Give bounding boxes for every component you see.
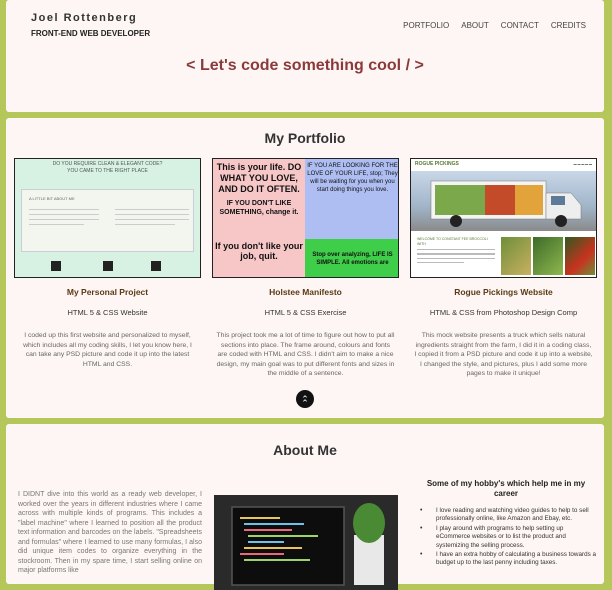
about-text: I DIDNT dive into this world as a ready … — [18, 491, 202, 574]
project-title[interactable]: Holstee Manifesto — [212, 287, 399, 297]
project-description: I coded up this first website and person… — [23, 332, 192, 368]
manifesto-quadrant: Stop over analyzing, LIFE IS SIMPLE. All… — [305, 239, 398, 277]
html5-icon — [51, 261, 61, 271]
thumb-text-line — [115, 224, 175, 226]
hobbies-title: Some of my hobby's which help me in my c… — [426, 479, 586, 498]
project-subtitle: HTML 5 & CSS Exercise — [264, 308, 347, 317]
hobby-item: I play around with programs to help sett… — [412, 525, 598, 550]
project-description: This mock website presents a truck which… — [414, 332, 593, 378]
thumb-logo: ROGUE PICKINGS — [415, 161, 459, 167]
main-nav: PORTFOLIO ABOUT CONTACT CREDITS — [403, 21, 586, 30]
nav-link-portfolio[interactable]: PORTFOLIO — [403, 21, 449, 30]
nav-link-contact[interactable]: CONTACT — [501, 21, 539, 30]
portfolio-title: My Portfolio — [264, 130, 346, 146]
project-title[interactable]: Rogue Pickings Website — [410, 287, 597, 297]
css3-icon — [103, 261, 113, 271]
double-chevron-up-icon[interactable]: ⌃ ⌃ — [296, 390, 314, 408]
project-title[interactable]: My Personal Project — [14, 287, 201, 297]
portfolio-section: My Portfolio DO YOU REQUIRE CLEAN & ELEG… — [6, 118, 604, 418]
nav-link-credits[interactable]: CREDITS — [551, 21, 586, 30]
hobbies-list: I love reading and watching video guides… — [412, 507, 598, 569]
thumb-text-lines — [417, 249, 495, 264]
project-card-rogue: ROGUE PICKINGS ▬ ▬ ▬ ▬ ▬ WELCOME TO CONS… — [410, 158, 597, 379]
manifesto-quadrant: IF YOU ARE LOOKING FOR THE LOVE OF YOUR … — [305, 159, 398, 239]
thumb-text-line — [115, 209, 189, 211]
thumb-text-line — [29, 224, 84, 226]
thumb-text-line — [29, 209, 99, 211]
project-card-personal: DO YOU REQUIRE CLEAN & ELEGANT CODE? YOU… — [14, 158, 201, 369]
header: Joel Rottenberg FRONT-END WEB DEVELOPER … — [6, 0, 604, 112]
manifesto-quadrant: If you don't like your job, quit. — [213, 239, 305, 277]
about-title: About Me — [273, 442, 337, 458]
brand-role: FRONT-END WEB DEVELOPER — [31, 29, 151, 38]
produce-photo — [565, 237, 595, 275]
brand-name[interactable]: Joel Rottenberg — [31, 12, 137, 24]
project-description: This project took me a lot of time to fi… — [216, 332, 395, 378]
laptop-photo — [214, 495, 398, 590]
project-subtitle: HTML 5 & CSS Website — [67, 308, 148, 317]
thumb-heading: DO YOU REQUIRE CLEAN & ELEGANT CODE? YOU… — [52, 161, 163, 174]
hobby-item: I love reading and watching video guides… — [412, 507, 598, 524]
thumb-text-line — [29, 214, 99, 216]
js-icon — [151, 261, 161, 271]
thumb-text-line — [29, 219, 99, 221]
thumb-menu: ▬ ▬ ▬ ▬ ▬ — [573, 162, 592, 166]
manifesto-quadrant: This is your life. DO WHAT YOU LOVE, AND… — [213, 159, 305, 239]
thumb-label: A LITTLE BIT ABOUT ME — [29, 196, 75, 201]
project-subtitle: HTML & CSS from Photoshop Design Comp — [429, 308, 578, 317]
project-thumbnail-holstee[interactable]: This is your life. DO WHAT YOU LOVE, AND… — [212, 158, 399, 278]
produce-photo — [533, 237, 563, 275]
tagline: < Let's code something cool / > — [186, 57, 424, 74]
thumb-caption: WELCOME TO CONSTANT FEE BROCCOLI WITH — [417, 237, 488, 246]
project-thumbnail-rogue[interactable]: ROGUE PICKINGS ▬ ▬ ▬ ▬ ▬ WELCOME TO CONS… — [410, 158, 597, 278]
truck-photo — [411, 171, 596, 231]
project-thumbnail-personal[interactable]: DO YOU REQUIRE CLEAN & ELEGANT CODE? YOU… — [14, 158, 201, 278]
hobby-item: I have an extra hobby of calculating a b… — [412, 551, 598, 568]
nav-link-about[interactable]: ABOUT — [461, 21, 489, 30]
about-section: About Me I DIDNT dive into this world as… — [6, 424, 604, 590]
thumb-text-line — [115, 219, 189, 221]
thumb-text-line — [115, 214, 189, 216]
project-card-holstee: This is your life. DO WHAT YOU LOVE, AND… — [212, 158, 399, 379]
produce-photo — [501, 237, 531, 275]
